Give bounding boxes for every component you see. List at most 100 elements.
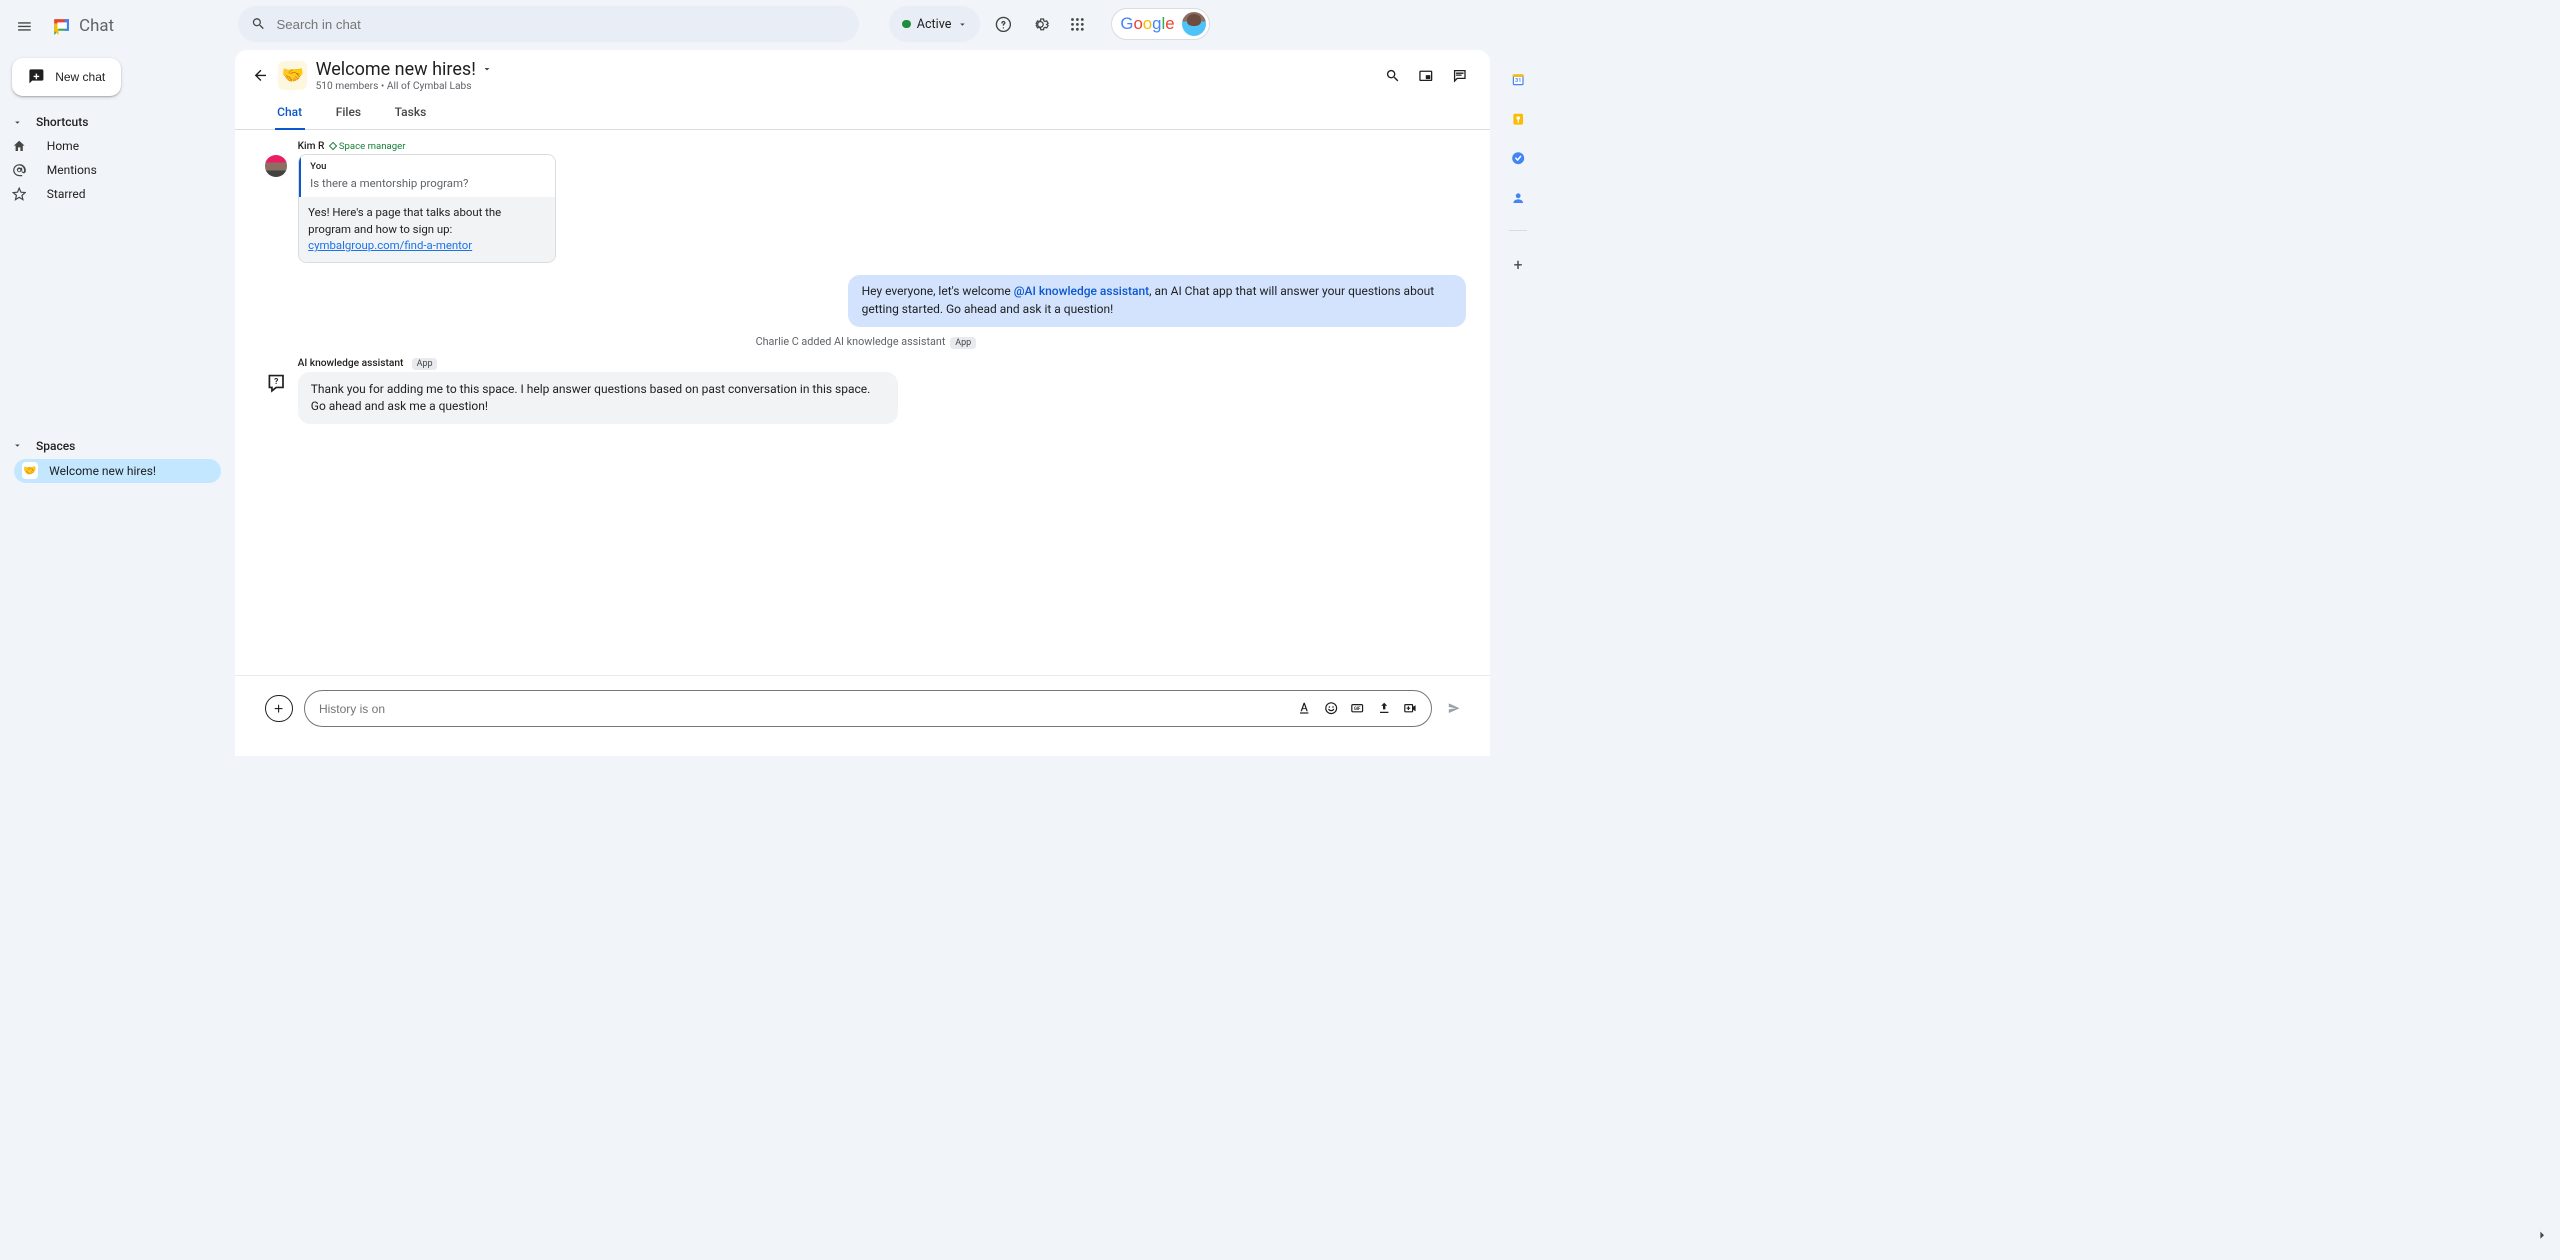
search-icon — [1385, 68, 1401, 84]
space-panel: 🤝 Welcome new hires! 510 members • All o… — [235, 50, 1490, 756]
gear-icon — [1032, 16, 1049, 33]
app-logo[interactable]: Chat — [49, 14, 114, 39]
space-header: 🤝 Welcome new hires! 510 members • All o… — [235, 50, 1490, 92]
sidebar-space-welcome[interactable]: 🤝 Welcome new hires! — [14, 459, 220, 483]
gif-button[interactable]: GIF — [1345, 697, 1369, 721]
star-icon — [12, 187, 26, 201]
message-list: Kim R Space manager You Is there a mento… — [235, 130, 1490, 676]
picture-in-picture-button[interactable] — [1412, 62, 1440, 90]
author-avatar[interactable] — [265, 155, 287, 177]
system-message: Charlie C added AI knowledge assistant A… — [265, 335, 1466, 348]
main-menu-button[interactable] — [10, 12, 39, 41]
tab-tasks[interactable]: Tasks — [392, 100, 428, 129]
active-status-dot — [902, 20, 910, 28]
diamond-icon — [329, 142, 337, 150]
send-icon — [1447, 701, 1461, 715]
top-bar: Active Google — [235, 0, 1500, 50]
add-app-button[interactable]: + — [1514, 256, 1523, 274]
keep-button[interactable] — [1511, 112, 1525, 126]
sidebar-item-home[interactable]: Home — [0, 134, 217, 158]
bot-icon: ? — [266, 373, 286, 393]
chevron-down-icon — [957, 19, 968, 30]
text-format-icon — [1297, 701, 1311, 715]
send-button[interactable] — [1442, 697, 1466, 721]
pip-icon — [1418, 68, 1434, 84]
video-button[interactable] — [1398, 697, 1422, 721]
reply-card: You Is there a mentorship program? Yes! … — [298, 154, 556, 263]
message-item: Kim R Space manager You Is there a mento… — [265, 141, 1466, 263]
sidebar-item-label: Mentions — [47, 163, 97, 177]
chat-icon — [49, 14, 74, 39]
new-chat-button[interactable]: New chat — [12, 58, 121, 96]
space-search-button[interactable] — [1379, 62, 1407, 90]
spaces-section-header[interactable]: Spaces — [0, 434, 235, 458]
role-badge: Space manager — [330, 141, 405, 152]
help-icon — [995, 16, 1012, 33]
message-text: Thank you for adding me to this space. I… — [298, 372, 898, 424]
chevron-down-icon — [12, 117, 23, 128]
space-avatar: 🤝 — [278, 61, 307, 90]
home-icon — [12, 139, 26, 153]
format-button[interactable] — [1293, 697, 1317, 721]
own-message: Hey everyone, let's welcome @AI knowledg… — [848, 275, 1466, 327]
app-badge: App — [950, 337, 976, 349]
collapse-side-panel-button[interactable] — [2535, 1228, 2549, 1245]
svg-text:31: 31 — [1515, 78, 1521, 84]
author-avatar[interactable]: ? — [265, 372, 287, 394]
quote-text: Is there a mentorship program? — [310, 176, 545, 190]
chevron-down-icon — [481, 63, 493, 75]
sidebar-item-label: Starred — [47, 187, 86, 201]
compose-input[interactable]: GIF — [304, 690, 1432, 727]
upload-button[interactable] — [1372, 697, 1396, 721]
sidebar-item-starred[interactable]: Starred — [0, 182, 217, 206]
svg-text:GIF: GIF — [1354, 707, 1361, 712]
tab-chat[interactable]: Chat — [275, 100, 305, 129]
calendar-button[interactable]: 31 — [1511, 72, 1525, 86]
side-panel: 31 + — [1500, 0, 1536, 756]
apps-grid-icon — [1069, 16, 1086, 33]
space-tabs: Chat Files Tasks — [235, 92, 1490, 130]
add-attachment-button[interactable] — [265, 695, 293, 723]
upload-icon — [1377, 701, 1391, 715]
tab-files[interactable]: Files — [333, 100, 363, 129]
apps-button[interactable] — [1063, 10, 1092, 39]
message-text: Yes! Here's a page that talks about the … — [299, 197, 555, 262]
chevron-right-icon — [2535, 1228, 2549, 1242]
left-sidebar: Chat New chat Shortcuts Home Mentions St… — [0, 0, 235, 756]
search-input[interactable] — [238, 6, 860, 42]
contacts-button[interactable] — [1511, 191, 1525, 205]
message-item: ? AI knowledge assistant App Thank you f… — [265, 358, 1466, 424]
search-field[interactable] — [276, 17, 846, 32]
tasks-button[interactable] — [1511, 151, 1525, 165]
new-chat-label: New chat — [55, 70, 105, 84]
help-button[interactable] — [989, 10, 1018, 39]
status-label: Active — [917, 17, 952, 32]
status-selector[interactable]: Active — [889, 6, 980, 42]
divider — [1509, 230, 1527, 231]
at-icon — [12, 163, 26, 177]
handshake-icon: 🤝 — [22, 462, 39, 479]
compose-area: GIF — [235, 676, 1490, 756]
threads-button[interactable] — [1446, 62, 1474, 90]
emoji-button[interactable] — [1319, 697, 1343, 721]
plus-icon — [272, 702, 285, 715]
message-author: Kim R — [298, 141, 325, 152]
account-switcher[interactable]: Google — [1111, 8, 1210, 40]
message-field[interactable] — [319, 702, 1293, 716]
link[interactable]: cymbalgroup.com/find-a-mentor — [308, 238, 472, 252]
space-subtitle: 510 members • All of Cymbal Labs — [316, 81, 1379, 92]
app-badge: App — [412, 358, 438, 370]
sidebar-item-mentions[interactable]: Mentions — [0, 158, 217, 182]
back-button[interactable] — [247, 62, 273, 88]
search-icon — [251, 16, 266, 32]
mention[interactable]: @AI knowledge assistant — [1014, 284, 1149, 298]
video-icon — [1403, 701, 1417, 715]
space-title: Welcome new hires! — [316, 59, 476, 80]
quote-author: You — [310, 161, 545, 172]
gif-icon: GIF — [1350, 701, 1364, 715]
space-title-button[interactable]: Welcome new hires! — [316, 59, 1379, 80]
google-logo: Google — [1120, 14, 1174, 34]
shortcuts-section-header[interactable]: Shortcuts — [0, 110, 235, 134]
user-avatar — [1182, 12, 1206, 36]
settings-button[interactable] — [1026, 10, 1055, 39]
